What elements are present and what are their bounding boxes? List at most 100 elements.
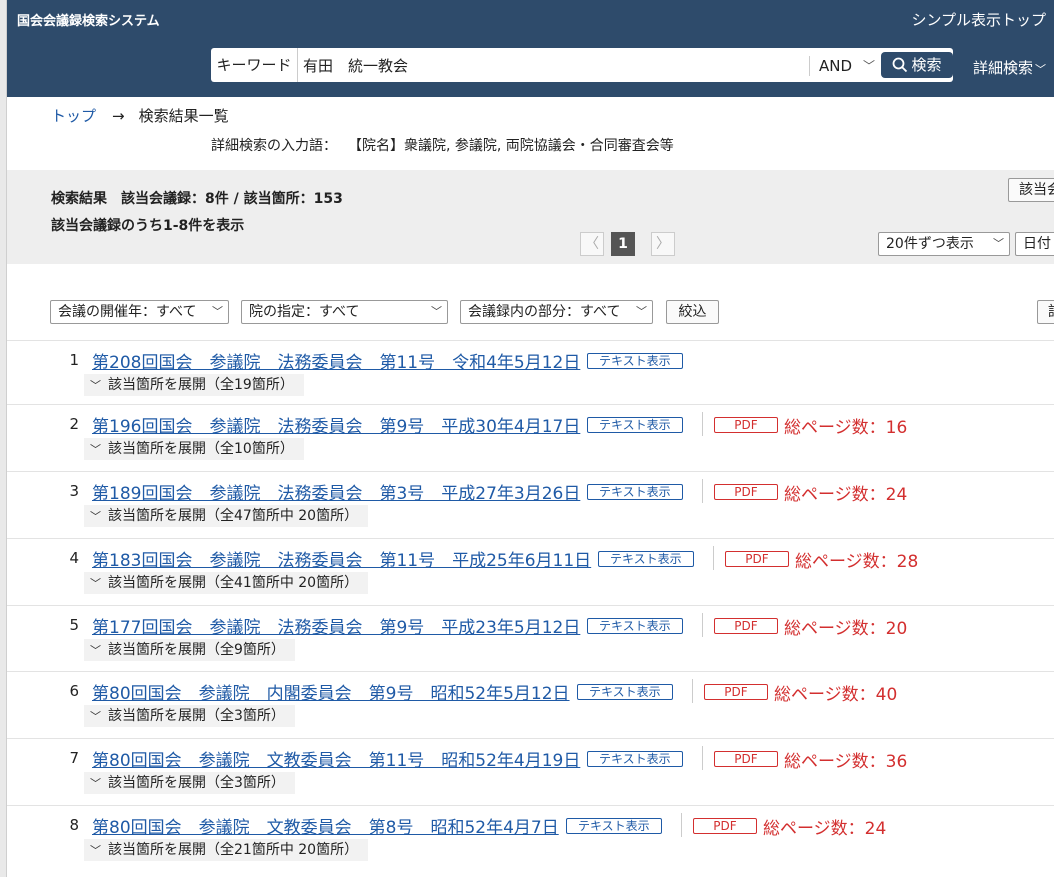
pdf-button[interactable]: PDF (714, 417, 778, 433)
chevron-down-icon: ﹀ (90, 710, 101, 723)
expand-matches-button[interactable]: ﹀ 該当箇所を展開（全3箇所） (84, 705, 295, 727)
result-range: 該当会議録のうち1-8件を表示 (51, 218, 245, 234)
per-page-value: 20件ずつ表示 (886, 236, 974, 252)
page: 国会会議録検索システム シンプル表示トップ キーワード AND ﹀ 検索 詳細検… (7, 0, 1054, 877)
search-icon (893, 57, 908, 73)
result-number: 1 (69, 351, 79, 369)
text-view-button[interactable]: テキスト表示 (566, 818, 662, 834)
pdf-button[interactable]: PDF (725, 551, 789, 567)
filter-right-button[interactable]: 記 (1037, 300, 1054, 324)
result-title-link[interactable]: 第208回国会 参議院 法務委員会 第11号 令和4年5月12日 (92, 348, 580, 373)
current-page[interactable]: 1 (611, 232, 635, 256)
search-box: キーワード AND ﹀ 検索 (211, 48, 953, 82)
site-title[interactable]: 国会会議録検索システム (17, 10, 160, 29)
keyword-input[interactable] (303, 52, 803, 78)
result-row: 3 第189回国会 参議院 法務委員会 第3号 平成27年3月26日 テキスト表示 P… (7, 471, 1054, 538)
divider (702, 412, 703, 436)
pdf-button[interactable]: PDF (714, 618, 778, 634)
breadcrumb-top-link[interactable]: トップ (51, 107, 96, 125)
result-row: 8 第80回国会 参議院 文教委員会 第8号 昭和52年4月7日 テキスト表示 PDF… (7, 805, 1054, 877)
result-title-link[interactable]: 第80回国会 参議院 文教委員会 第11号 昭和52年4月19日 (92, 746, 580, 771)
text-view-button[interactable]: テキスト表示 (598, 551, 694, 567)
advanced-input-value: 【院名】衆議院, 参議院, 両院協議会・合同審査会等 (355, 138, 674, 154)
text-view-button[interactable]: テキスト表示 (587, 417, 683, 433)
chevron-down-icon: ﹀ (636, 305, 647, 318)
simple-top-link[interactable]: シンプル表示トップ (911, 9, 1046, 30)
year-filter-value: 会議の開催年：すべて (58, 304, 197, 320)
prev-page-button[interactable]: 〈 (580, 232, 604, 256)
result-row: 2 第196回国会 参議院 法務委員会 第9号 平成30年4月17日 テキスト表示 P… (7, 404, 1054, 471)
result-row: 6 第80回国会 参議院 内閣委員会 第9号 昭和52年5月12日 テキスト表示 PD… (7, 671, 1054, 738)
expand-matches-button[interactable]: ﹀ 該当箇所を展開（全10箇所） (84, 438, 304, 460)
expand-matches-button[interactable]: ﹀ 該当箇所を展開（全41箇所中 20箇所） (84, 572, 369, 594)
chevron-down-icon: ﹀ (90, 510, 101, 523)
header: 国会会議録検索システム シンプル表示トップ キーワード AND ﹀ 検索 詳細検… (7, 0, 1054, 97)
result-title-link[interactable]: 第183回国会 参議院 法務委員会 第11号 平成25年6月11日 (92, 546, 591, 571)
result-title-link[interactable]: 第189回国会 参議院 法務委員会 第3号 平成27年3月26日 (92, 479, 580, 504)
pdf-button[interactable]: PDF (714, 484, 778, 500)
text-view-button[interactable]: テキスト表示 (577, 684, 673, 700)
total-pages: 総ページ数：16 (784, 418, 908, 438)
sort-select[interactable]: 日付 (1015, 232, 1054, 256)
divider (702, 479, 703, 503)
total-pages: 総ページ数：36 (784, 752, 908, 772)
breadcrumb: トップ → 検索結果一覧 (51, 105, 229, 126)
chevron-down-icon: ﹀ (90, 443, 101, 456)
house-filter-select[interactable]: 院の指定：すべて ﹀ (241, 300, 448, 324)
divider (702, 746, 703, 770)
total-pages: 総ページ数：28 (795, 552, 919, 572)
text-view-button[interactable]: テキスト表示 (587, 751, 683, 767)
expand-matches-label: 該当箇所を展開（全41箇所中 20箇所） (108, 575, 359, 591)
result-title-link[interactable]: 第177回国会 参議院 法務委員会 第9号 平成23年5月12日 (92, 613, 580, 638)
pdf-button[interactable]: PDF (693, 818, 757, 834)
result-row: 7 第80回国会 参議院 文教委員会 第11号 昭和52年4月19日 テキスト表示 P… (7, 738, 1054, 805)
expand-matches-button[interactable]: ﹀ 該当箇所を展開（全3箇所） (84, 772, 295, 794)
result-row: 5 第177回国会 参議院 法務委員会 第9号 平成23年5月12日 テキスト表示 P… (7, 605, 1054, 671)
keyword-label: キーワード (211, 48, 298, 82)
result-number: 7 (69, 749, 79, 767)
apply-filter-button[interactable]: 絞込 (666, 300, 719, 324)
pdf-button[interactable]: PDF (704, 684, 768, 700)
chevron-down-icon: ﹀ (90, 577, 101, 590)
result-number: 3 (69, 482, 79, 500)
advanced-search-toggle[interactable]: 詳細検索 ﹀ (973, 57, 1046, 78)
expand-matches-button[interactable]: ﹀ 該当箇所を展開（全47箇所中 20箇所） (84, 505, 369, 527)
text-view-button[interactable]: テキスト表示 (587, 484, 683, 500)
operator-select[interactable]: AND ﹀ (809, 56, 879, 76)
chevron-down-icon: ﹀ (90, 777, 101, 790)
text-view-button[interactable]: テキスト表示 (587, 618, 683, 634)
pdf-button[interactable]: PDF (714, 751, 778, 767)
result-number: 8 (69, 816, 79, 834)
result-title-link[interactable]: 第80回国会 参議院 文教委員会 第8号 昭和52年4月7日 (92, 813, 559, 838)
expand-matches-button[interactable]: ﹀ 該当箇所を展開（全9箇所） (84, 639, 295, 661)
summary-right-button[interactable]: 該当会 (1008, 178, 1054, 202)
text-view-button[interactable]: テキスト表示 (587, 353, 683, 369)
chevron-down-icon: ﹀ (993, 237, 1004, 250)
divider (681, 813, 682, 837)
chevron-down-icon: ﹀ (1035, 63, 1047, 76)
breadcrumb-current: 検索結果一覧 (138, 107, 229, 125)
advanced-search-label: 詳細検索 (973, 59, 1034, 77)
result-title-link[interactable]: 第80回国会 参議院 内閣委員会 第9号 昭和52年5月12日 (92, 679, 570, 704)
part-filter-select[interactable]: 会議録内の部分：すべて ﹀ (460, 300, 653, 324)
result-row: 4 第183回国会 参議院 法務委員会 第11号 平成25年6月11日 テキスト表示… (7, 538, 1054, 605)
result-count: 検索結果 該当会議録：8件 / 該当箇所：153 (51, 191, 343, 207)
house-filter-value: 院の指定：すべて (249, 304, 360, 320)
expand-matches-label: 該当箇所を展開（全19箇所） (108, 377, 294, 393)
result-title-link[interactable]: 第196回国会 参議院 法務委員会 第9号 平成30年4月17日 (92, 412, 580, 437)
breadcrumb-arrow: → (112, 107, 125, 125)
next-page-button[interactable]: 〉 (651, 232, 675, 256)
chevron-down-icon: ﹀ (431, 305, 442, 318)
background-window-edge (0, 0, 7, 877)
chevron-down-icon: ﹀ (90, 379, 101, 392)
per-page-select[interactable]: 20件ずつ表示 ﹀ (878, 232, 1010, 256)
search-button[interactable]: 検索 (881, 52, 953, 78)
result-number: 5 (69, 616, 79, 634)
advanced-input-summary: 詳細検索の入力語： 【院名】衆議院, 参議院, 両院協議会・合同審査会等 (211, 135, 674, 155)
expand-matches-button[interactable]: ﹀ 該当箇所を展開（全19箇所） (84, 374, 304, 396)
divider (692, 679, 693, 703)
year-filter-select[interactable]: 会議の開催年：すべて ﹀ (50, 300, 229, 324)
divider (713, 546, 714, 570)
expand-matches-label: 該当箇所を展開（全21箇所中 20箇所） (108, 842, 359, 858)
expand-matches-button[interactable]: ﹀ 該当箇所を展開（全21箇所中 20箇所） (84, 839, 369, 861)
